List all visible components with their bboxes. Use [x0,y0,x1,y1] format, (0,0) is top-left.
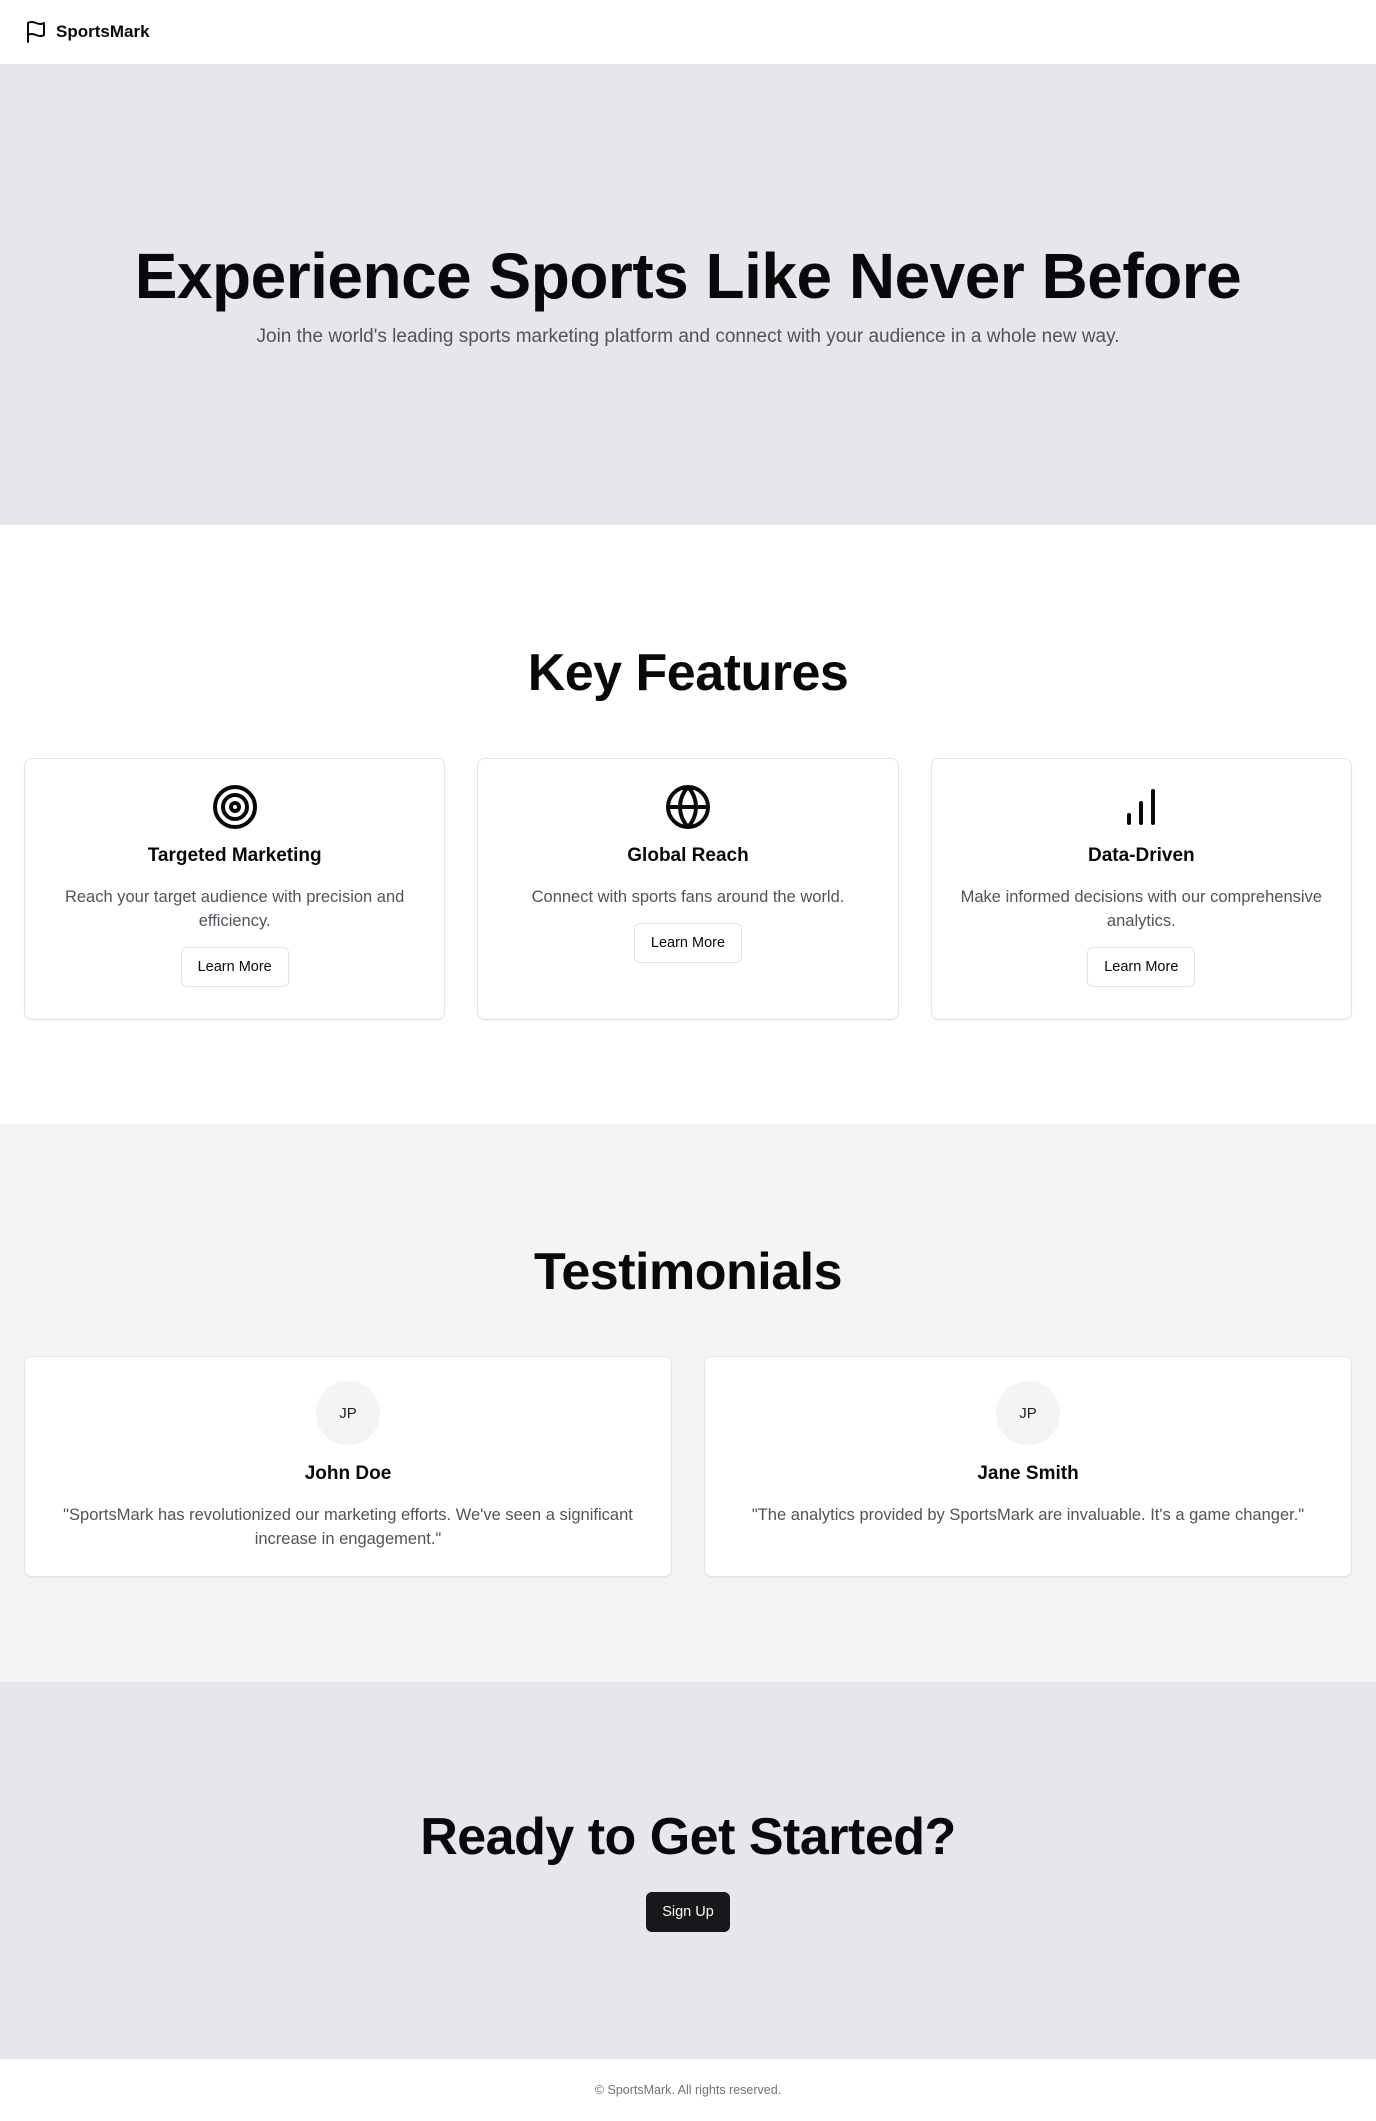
features-title: Key Features [527,644,849,702]
feature-card-data-driven: Data-Driven Make informed decisions with… [930,758,1352,1020]
avatar: JP [996,1381,1060,1445]
testimonials-section: Testimonials JP John Doe "SportsMark has… [0,1124,1376,1682]
testimonial-name: John Doe [304,1463,392,1484]
site-footer: © SportsMark. All rights reserved. [0,2059,1376,2121]
hero-title: Experience Sports Like Never Before [134,240,1242,313]
testimonials-grid: JP John Doe "SportsMark has revolutioniz… [24,1356,1352,1577]
feature-description: Make informed decisions with our compreh… [960,888,1322,930]
avatar: JP [316,1381,380,1445]
bar-chart-icon [1117,783,1165,831]
learn-more-button[interactable]: Learn More [1087,947,1196,987]
testimonial-quote: "The analytics provided by SportsMark ar… [751,1506,1305,1524]
features-section: Key Features Targeted Marketing Reach yo… [0,525,1376,1124]
testimonial-card: JP Jane Smith "The analytics provided by… [704,1356,1352,1577]
testimonial-name: Jane Smith [977,1463,1079,1484]
cta-section: Ready to Get Started? Sign Up [0,1682,1376,2059]
feature-title: Targeted Marketing [147,845,322,866]
feature-card-global-reach: Global Reach Connect with sports fans ar… [477,758,899,1020]
brand-name[interactable]: SportsMark [56,22,150,42]
feature-title: Global Reach [627,845,749,866]
learn-more-button[interactable]: Learn More [633,923,743,963]
site-header: SportsMark [0,0,1376,64]
feature-description: Connect with sports fans around the worl… [531,888,845,906]
hero-subtitle: Join the world's leading sports marketin… [256,325,1120,347]
feature-card-targeted-marketing: Targeted Marketing Reach your target aud… [24,758,446,1020]
feature-title: Data-Driven [1087,845,1195,866]
testimonials-title: Testimonials [533,1243,843,1301]
target-icon [211,783,259,831]
flag-icon[interactable] [24,20,48,44]
sign-up-button[interactable]: Sign Up [646,1892,730,1933]
testimonial-quote: "SportsMark has revolutionized our marke… [63,1506,633,1548]
learn-more-button[interactable]: Learn More [180,947,289,987]
footer-copyright: © SportsMark. All rights reserved. [594,2083,782,2097]
globe-icon [664,783,712,831]
feature-description: Reach your target audience with precisio… [64,888,405,930]
features-grid: Targeted Marketing Reach your target aud… [24,758,1352,1020]
testimonial-card: JP John Doe "SportsMark has revolutioniz… [24,1356,672,1577]
cta-title: Ready to Get Started? [420,1807,956,1866]
hero-section: Experience Sports Like Never Before Join… [0,64,1376,525]
